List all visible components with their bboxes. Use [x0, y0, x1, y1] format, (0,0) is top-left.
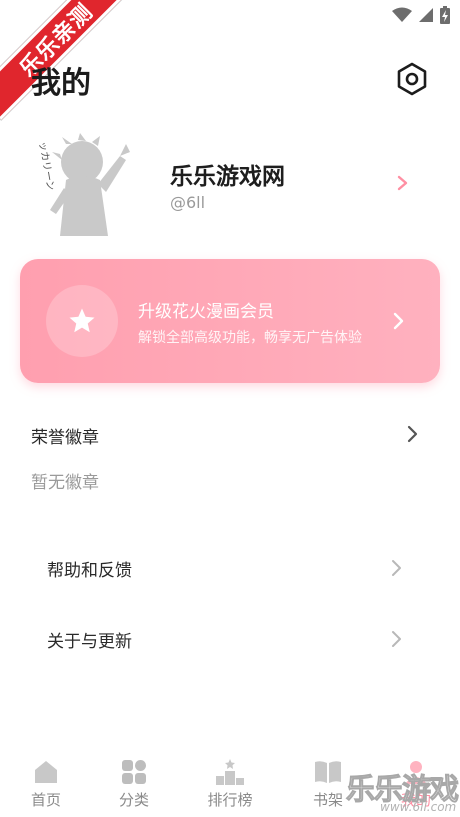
badges-empty-text: 暂无徽章: [31, 473, 99, 493]
avatar: ッカリーン: [30, 132, 140, 242]
wifi-icon: [392, 7, 412, 22]
menu-item-help-feedback[interactable]: 帮助和反馈: [0, 544, 460, 592]
home-icon: [35, 761, 57, 783]
menu-item-label: 帮助和反馈: [47, 561, 132, 581]
profile-card[interactable]: ッカリーン 乐乐游戏网 @6ll: [30, 132, 430, 242]
watermark-corner-url: www.6ll.com: [380, 800, 457, 814]
menu-item-label: 关于与更新: [47, 632, 132, 652]
nav-label: 分类: [118, 791, 149, 809]
settings-button[interactable]: [393, 60, 431, 98]
vip-subtitle: 解锁全部高级功能，畅享无广告体验: [138, 330, 362, 346]
podium-icon-wrap: [214, 758, 246, 786]
vip-title: 升级花火漫画会员: [138, 302, 274, 322]
chevron-right-icon: [407, 425, 418, 443]
vip-upgrade-card[interactable]: 升级花火漫画会员 解锁全部高级功能，畅享无广告体验: [20, 259, 440, 383]
nav-item-ranking[interactable]: 排行榜: [184, 748, 276, 817]
menu-item-about-update[interactable]: 关于与更新: [0, 615, 460, 663]
chevron-right-icon: [392, 631, 401, 647]
book-icon: [315, 761, 341, 783]
nav-label: 排行榜: [207, 791, 253, 809]
avatar-illustration: ッカリーン: [30, 132, 140, 242]
my-page: 乐乐亲测 我的 ッカリーン 乐乐游戏网 @6ll 升级花火漫画会员 解锁全部高级…: [0, 0, 460, 817]
chevron-right-icon: [393, 312, 404, 330]
chevron-right-icon: [392, 560, 401, 576]
page-title: 我的: [31, 66, 91, 101]
profile-handle: @6ll: [170, 193, 206, 212]
hexagon-gear-icon: [397, 62, 427, 96]
grid-icon: [122, 760, 146, 784]
grid-icon-wrap: [118, 758, 150, 786]
signal-icon: [419, 8, 433, 22]
podium-icon: [216, 759, 244, 785]
nav-item-home[interactable]: 首页: [0, 748, 92, 817]
watermark-corner: 乐乐游戏 www.6ll.com: [340, 760, 460, 817]
chevron-right-icon: [397, 175, 408, 191]
badges-title: 荣誉徽章: [31, 428, 99, 448]
honor-badges-row[interactable]: 荣誉徽章: [0, 412, 460, 456]
nav-label: 首页: [30, 791, 61, 809]
profile-name: 乐乐游戏网: [170, 164, 285, 190]
home-icon-wrap: [30, 758, 62, 786]
star-icon: [69, 308, 95, 333]
status-icons: [392, 6, 450, 24]
nav-item-category[interactable]: 分类: [88, 748, 180, 817]
vip-icon-circle: [46, 285, 118, 357]
battery-icon: [440, 6, 450, 24]
